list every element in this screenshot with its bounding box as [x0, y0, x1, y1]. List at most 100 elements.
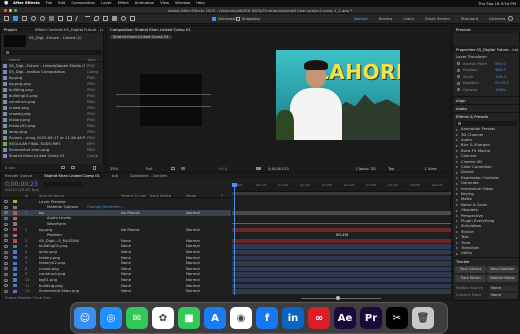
layer-column-header[interactable]: Mode [186, 194, 196, 199]
stopwatch-icon[interactable] [457, 62, 460, 65]
timeline-layer-row[interactable]: 2 bg.png Normal No Parent [1, 227, 231, 232]
menu-item[interactable]: After Effects [13, 1, 40, 6]
menu-item[interactable]: View [160, 1, 169, 6]
visibility-eye-icon[interactable] [4, 284, 8, 288]
timeline-layer-row[interactable]: Material Options Change Renderer... [1, 205, 231, 210]
visibility-eye-icon[interactable] [4, 244, 8, 248]
layer-mode-dropdown[interactable]: Normal [186, 228, 200, 233]
layer-parent-dropdown[interactable]: None [121, 272, 131, 277]
transform-value[interactable]: 100.0 [495, 75, 506, 80]
stopwatch-icon[interactable] [457, 81, 460, 85]
label-color-swatch[interactable] [13, 222, 17, 226]
current-time[interactable]: 0;00;00;23 [5, 181, 38, 188]
layer-duration-bar[interactable] [232, 266, 451, 272]
pen-tool-icon[interactable] [75, 16, 82, 21]
transform-row[interactable]: Rotation 0x+0.0 [453, 81, 520, 87]
workspace-tab[interactable]: Learn [403, 17, 414, 22]
project-search-input[interactable] [4, 50, 102, 55]
project-tab[interactable]: Project [4, 28, 17, 33]
visibility-eye-icon[interactable] [4, 272, 8, 276]
selection-tool-icon[interactable] [13, 16, 18, 21]
region-of-interest-icon[interactable] [171, 167, 175, 170]
tracker-button[interactable]: Track Camera [455, 266, 486, 273]
stopwatch-icon[interactable] [457, 88, 460, 91]
effects-category[interactable]: Animation Presets [453, 127, 520, 132]
label-color-swatch[interactable] [13, 261, 17, 265]
visibility-eye-icon[interactable] [4, 256, 8, 260]
layer-parent-dropdown[interactable]: None [121, 244, 131, 249]
pan-behind-tool-icon[interactable] [58, 16, 63, 21]
layer-column-header[interactable]: Parent & Link [121, 194, 146, 199]
dock-messages-icon[interactable]: ✉ [126, 307, 148, 329]
new-comp-icon[interactable] [71, 166, 75, 169]
effects-category[interactable]: Expression Controls [453, 176, 520, 181]
visibility-eye-icon[interactable] [4, 228, 8, 232]
stopwatch-icon[interactable] [457, 68, 460, 72]
tracker-button[interactable]: Stabilize Motion [487, 275, 518, 282]
timeline-layer-row[interactable]: 6 history.png Normal None [1, 255, 231, 260]
effects-search-input[interactable] [456, 121, 517, 126]
menu-item[interactable]: Edit [58, 1, 65, 6]
label-color-swatch[interactable] [13, 278, 17, 282]
label-color-swatch[interactable] [13, 244, 17, 249]
label-color-swatch[interactable] [13, 284, 17, 288]
timeline-layer-row[interactable]: 12 Screenshot khan.png Normal None [1, 289, 231, 294]
dock-linkedin-icon[interactable]: in [282, 307, 304, 329]
brush-tool-icon[interactable] [94, 16, 99, 21]
playhead-marker[interactable] [232, 183, 237, 187]
effects-category[interactable]: Cinema 4D [453, 159, 520, 164]
workspace-tab[interactable]: Review [379, 17, 393, 22]
camera-icon[interactable] [256, 167, 261, 170]
timeline-search-input[interactable] [43, 182, 83, 187]
clone-stamp-tool-icon[interactable] [103, 16, 108, 21]
layer-mode-dropdown[interactable]: Normal [186, 284, 200, 289]
transform-value[interactable]: 550.0 [495, 62, 506, 67]
transform-value[interactable]: 100% [495, 88, 506, 93]
effects-category[interactable]: Blur & Sharpen [453, 143, 520, 148]
dock-facetime-icon[interactable]: ■ [178, 307, 200, 329]
effects-category[interactable]: Boris FX Mocha [453, 149, 520, 154]
layer-duration-bar[interactable] [232, 261, 451, 266]
view-layout-dropdown[interactable]: 1 View [424, 167, 437, 172]
layer-mode-dropdown[interactable]: Normal [186, 267, 200, 272]
transform-row[interactable]: Anchor Point 550.0 [453, 61, 520, 67]
zoom-window-icon[interactable] [14, 9, 17, 12]
effects-category[interactable]: Perspective [453, 213, 520, 218]
minimize-window-icon[interactable] [9, 9, 12, 12]
layer-parent-dropdown[interactable]: None [121, 284, 131, 289]
layer-duration-bar[interactable] [232, 249, 451, 255]
effects-category[interactable]: Obsolete [453, 208, 520, 213]
visibility-eye-icon[interactable] [4, 289, 8, 293]
dock-after-effects-icon[interactable]: Ae [334, 307, 356, 329]
dock-trash-icon[interactable]: 🗑 [412, 307, 434, 329]
menu-item[interactable]: File [46, 1, 52, 6]
visibility-eye-icon[interactable] [4, 222, 8, 226]
layer-mode-dropdown[interactable]: Change Renderer... [87, 205, 123, 210]
dock-chrome-icon[interactable]: ◉ [230, 307, 252, 329]
exposure-value[interactable]: +0.0 [218, 167, 227, 172]
timeline-layer-row[interactable]: 4 building01.png Normal None [1, 244, 231, 249]
layer-duration-bar[interactable] [232, 272, 451, 277]
effects-category[interactable]: Text [453, 235, 520, 240]
composition-breadcrumb[interactable]: Shahid Khan Linked Comp 01 [110, 34, 172, 40]
layer-mode-dropdown[interactable]: Normal [186, 261, 200, 266]
label-color-swatch[interactable] [13, 216, 17, 221]
tracker-button[interactable]: Warp Stabilizer [487, 266, 518, 273]
time-ruler[interactable]: 0:00f 00:15f 01:00f 01:15f 02:00f 02:15f 03:00… [232, 183, 451, 192]
visibility-eye-icon[interactable] [4, 239, 8, 243]
layer-mode-dropdown[interactable]: Normal [186, 289, 200, 294]
transform-value[interactable]: 0x+0.0 [495, 81, 509, 86]
layer-mode-dropdown[interactable]: Normal [186, 278, 200, 283]
zoom-slider[interactable] [301, 297, 381, 299]
effects-category[interactable]: Distort [453, 170, 520, 175]
layer-transform-heading[interactable]: Layer Transform [456, 55, 487, 60]
project-file-row[interactable]: Shahid Khan Linked Comp 01 Comp [1, 153, 104, 159]
snapping-checkbox-icon[interactable] [236, 17, 240, 21]
timeline-layer-row[interactable]: 11 building.png Normal None [1, 283, 231, 288]
layer-mode-dropdown[interactable]: Normal [186, 250, 200, 255]
comp-timecode[interactable]: 0;00;00;23 [268, 167, 289, 172]
label-color-swatch[interactable] [13, 200, 17, 204]
zoom-tool-icon[interactable] [31, 16, 36, 21]
effects-category[interactable]: Noise & Grain [453, 203, 520, 208]
visibility-eye-icon[interactable] [4, 211, 8, 215]
